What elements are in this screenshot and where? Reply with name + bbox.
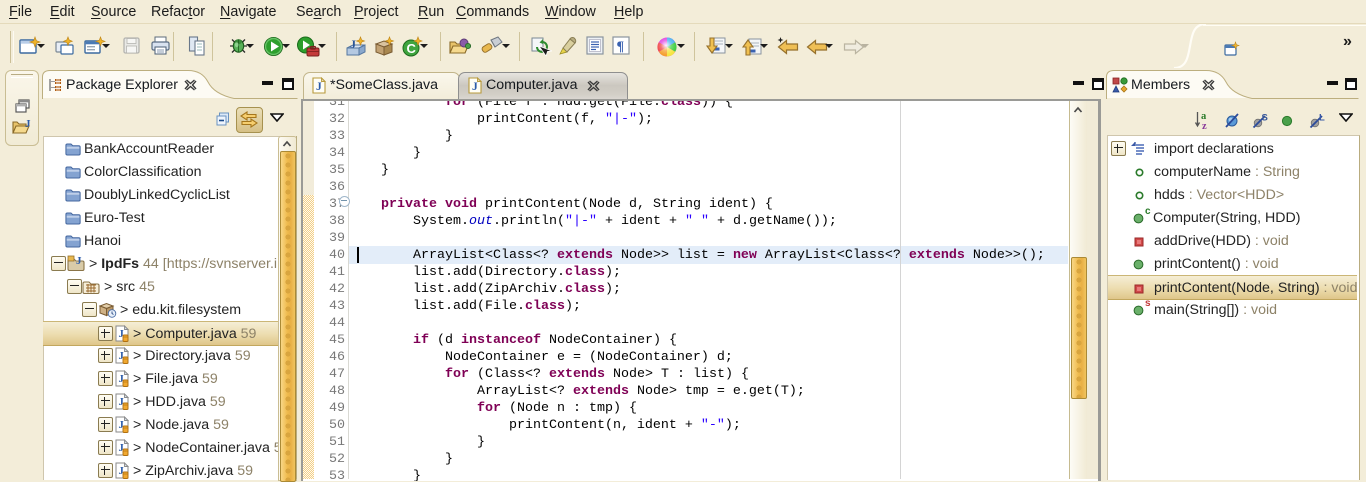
svg-text:J: J <box>350 37 356 51</box>
svg-text:S: S <box>1262 113 1268 124</box>
svg-text:C: C <box>407 41 417 56</box>
svg-text:J: J <box>25 118 31 130</box>
svg-text:¶: ¶ <box>617 40 625 55</box>
svg-text:J: J <box>76 255 82 267</box>
svg-text:z: z <box>1202 121 1207 130</box>
svg-text:L: L <box>1319 113 1325 124</box>
